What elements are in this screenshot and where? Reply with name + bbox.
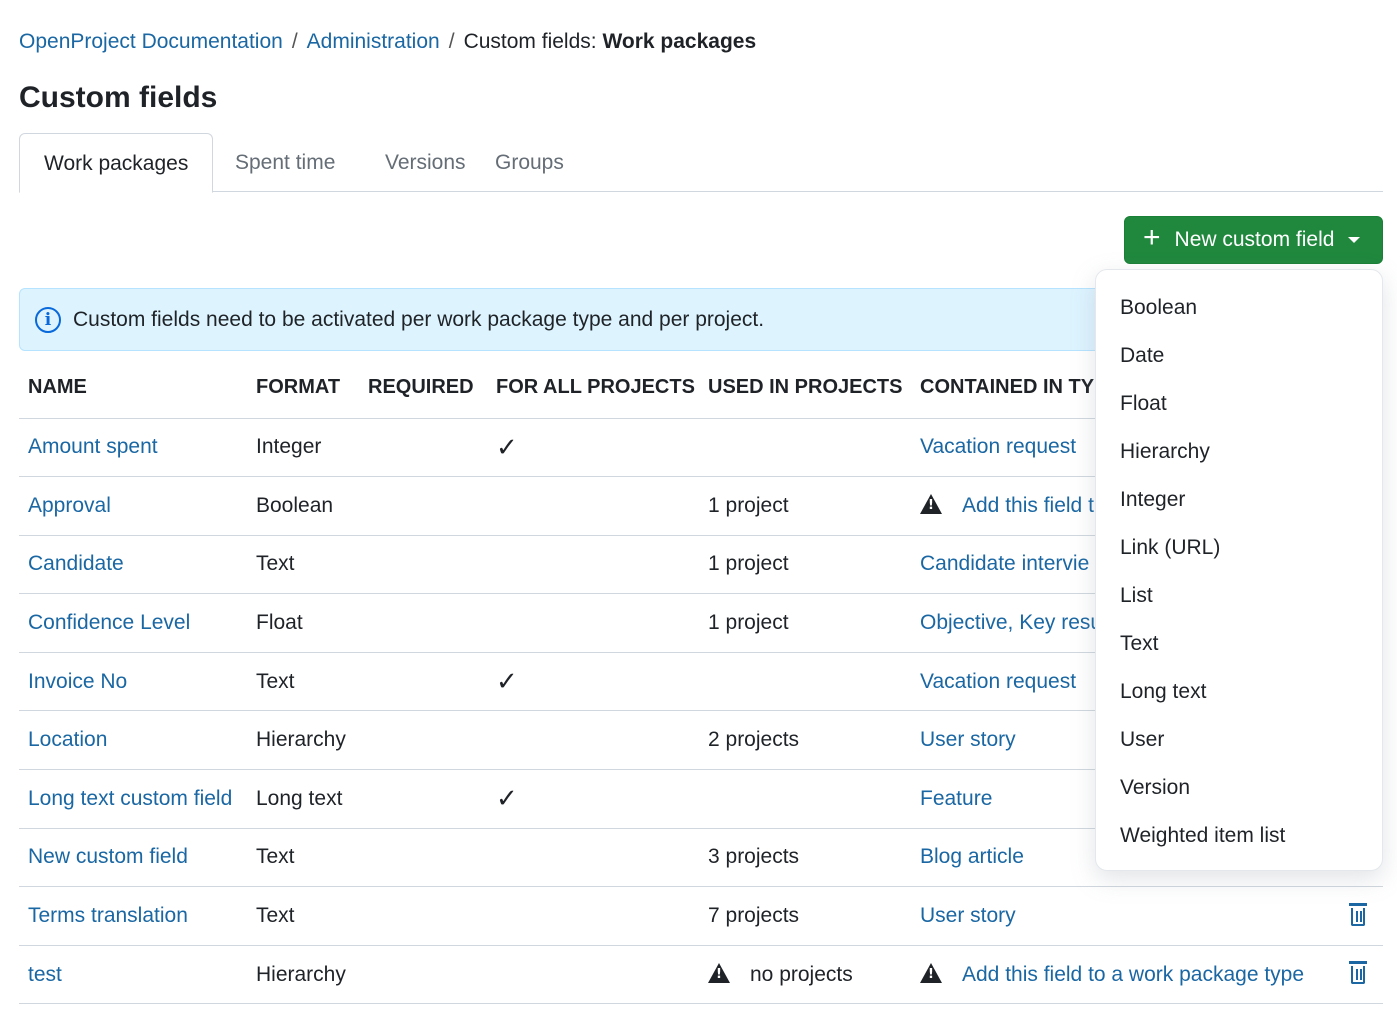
column-header-format[interactable]: FORMAT [247,358,359,419]
used-in-projects-value: 7 projects [708,904,800,928]
contained-in-types-link[interactable]: Feature [920,787,992,810]
custom-field-name-link[interactable]: Candidate [28,552,124,575]
contained-in-types-link[interactable]: Vacation request [920,670,1076,693]
custom-field-format: Hierarchy [247,710,359,771]
menu-item-list[interactable]: List [1096,572,1382,620]
custom-field-required [359,710,487,771]
used-in-projects-value: 1 project [708,552,789,576]
custom-field-name-link[interactable]: Approval [28,494,111,517]
contained-in-types-link[interactable]: User story [920,904,1016,927]
menu-item-date[interactable]: Date [1096,332,1382,380]
menu-item-float[interactable]: Float [1096,380,1382,428]
breadcrumb-current: Custom fields: Work packages [464,30,757,54]
breadcrumb-current-bold: Work packages [602,30,757,53]
custom-field-format: Hierarchy [247,945,359,1005]
plus-icon: + [1143,221,1161,254]
breadcrumb-separator: / [291,30,298,53]
warning-icon [708,963,730,984]
menu-item-user[interactable]: User [1096,716,1382,764]
breadcrumb-link-documentation[interactable]: OpenProject Documentation [19,30,283,54]
breadcrumb-separator: / [448,30,455,53]
custom-field-format: Text [247,535,359,595]
custom-field-name-link[interactable]: Amount spent [28,435,158,458]
trash-icon[interactable] [1349,961,1367,985]
custom-field-name-link[interactable]: Invoice No [28,670,127,693]
used-in-projects-value: no projects [750,962,853,986]
column-header-used-in-projects[interactable]: USED IN PROJECTS [699,358,911,419]
new-custom-field-label: New custom field [1174,228,1335,251]
caret-down-icon [1348,237,1361,243]
checkmark-icon: ✓ [496,431,518,462]
custom-field-format: Long text [247,769,359,829]
contained-in-types-link[interactable]: Blog article [920,845,1024,868]
column-header-for-all-projects[interactable]: FOR ALL PROJECTS [487,358,699,419]
tab-bar: Work packages Spent time Versions Groups [19,133,1383,193]
menu-item-long-text[interactable]: Long text [1096,668,1382,716]
custom-field-required [359,418,487,478]
warning-icon [920,963,942,984]
menu-item-hierarchy[interactable]: Hierarchy [1096,428,1382,476]
custom-field-format: Float [247,593,359,653]
new-custom-field-menu: Boolean Date Float Hierarchy Integer Lin… [1095,269,1383,871]
contained-in-types-link[interactable]: Add this field t [962,494,1094,517]
contained-in-types-link[interactable]: Vacation request [920,435,1076,458]
custom-field-format: Text [247,652,359,712]
used-in-projects-value: 1 project [708,493,789,517]
breadcrumb: OpenProject Documentation / Administrati… [19,30,756,54]
breadcrumb-link-administration[interactable]: Administration [307,30,440,54]
table-row: Terms translation Text 7 projects User stor… [19,886,1383,946]
menu-item-boolean[interactable]: Boolean [1096,284,1382,332]
contained-in-types-link[interactable]: Add this field to a work package type [962,963,1304,986]
checkmark-icon: ✓ [496,783,518,814]
contained-in-types-link[interactable]: User story [920,728,1016,751]
info-banner-message: Custom fields need to be activated per w… [73,307,765,331]
menu-item-weighted-item-list[interactable]: Weighted item list [1096,812,1382,860]
custom-field-name-link[interactable]: test [28,963,62,986]
custom-field-required [359,652,487,712]
info-banner: i Custom fields need to be activated per… [19,288,1099,351]
column-header-required[interactable]: REQUIRED [359,358,487,419]
custom-field-name-link[interactable]: Terms translation [28,904,188,927]
custom-field-name-link[interactable]: New custom field [28,845,188,868]
custom-field-required [359,593,487,653]
custom-field-name-link[interactable]: Location [28,728,107,751]
menu-item-version[interactable]: Version [1096,764,1382,812]
used-in-projects-value: 1 project [708,611,789,635]
new-custom-field-button[interactable]: + New custom field [1124,216,1383,264]
custom-field-required [359,886,487,946]
used-in-projects-value: 3 projects [708,845,800,869]
contained-in-types-link[interactable]: Candidate intervie [920,552,1089,575]
tab-groups[interactable]: Groups [495,133,564,192]
custom-field-format: Text [247,828,359,888]
custom-field-required [359,476,487,536]
custom-field-required [359,828,487,888]
tab-versions[interactable]: Versions [385,133,466,192]
breadcrumb-current-prefix: Custom fields: [463,30,603,53]
custom-field-required [359,535,487,595]
custom-field-name-link[interactable]: Confidence Level [28,611,190,634]
warning-icon [920,494,942,515]
used-in-projects-value: 2 projects [708,728,800,752]
column-header-name[interactable]: NAME [19,358,247,419]
custom-field-format: Integer [247,418,359,478]
tab-work-packages[interactable]: Work packages [19,133,214,193]
table-row: test Hierarchy no projects Add this field t… [19,945,1383,1005]
trash-icon[interactable] [1349,902,1367,926]
contained-in-types-link[interactable]: Objective, Key resu [920,611,1102,634]
info-icon: i [35,306,61,333]
menu-item-text[interactable]: Text [1096,620,1382,668]
custom-field-required [359,769,487,829]
custom-field-required [359,945,487,1005]
tab-spent-time[interactable]: Spent time [235,133,335,192]
custom-field-format: Boolean [247,476,359,536]
custom-field-name-link[interactable]: Long text custom field [28,787,232,810]
custom-field-format: Text [247,886,359,946]
checkmark-icon: ✓ [496,666,518,697]
page-title: Custom fields [19,81,218,114]
menu-item-link-url[interactable]: Link (URL) [1096,524,1382,572]
menu-item-integer[interactable]: Integer [1096,476,1382,524]
